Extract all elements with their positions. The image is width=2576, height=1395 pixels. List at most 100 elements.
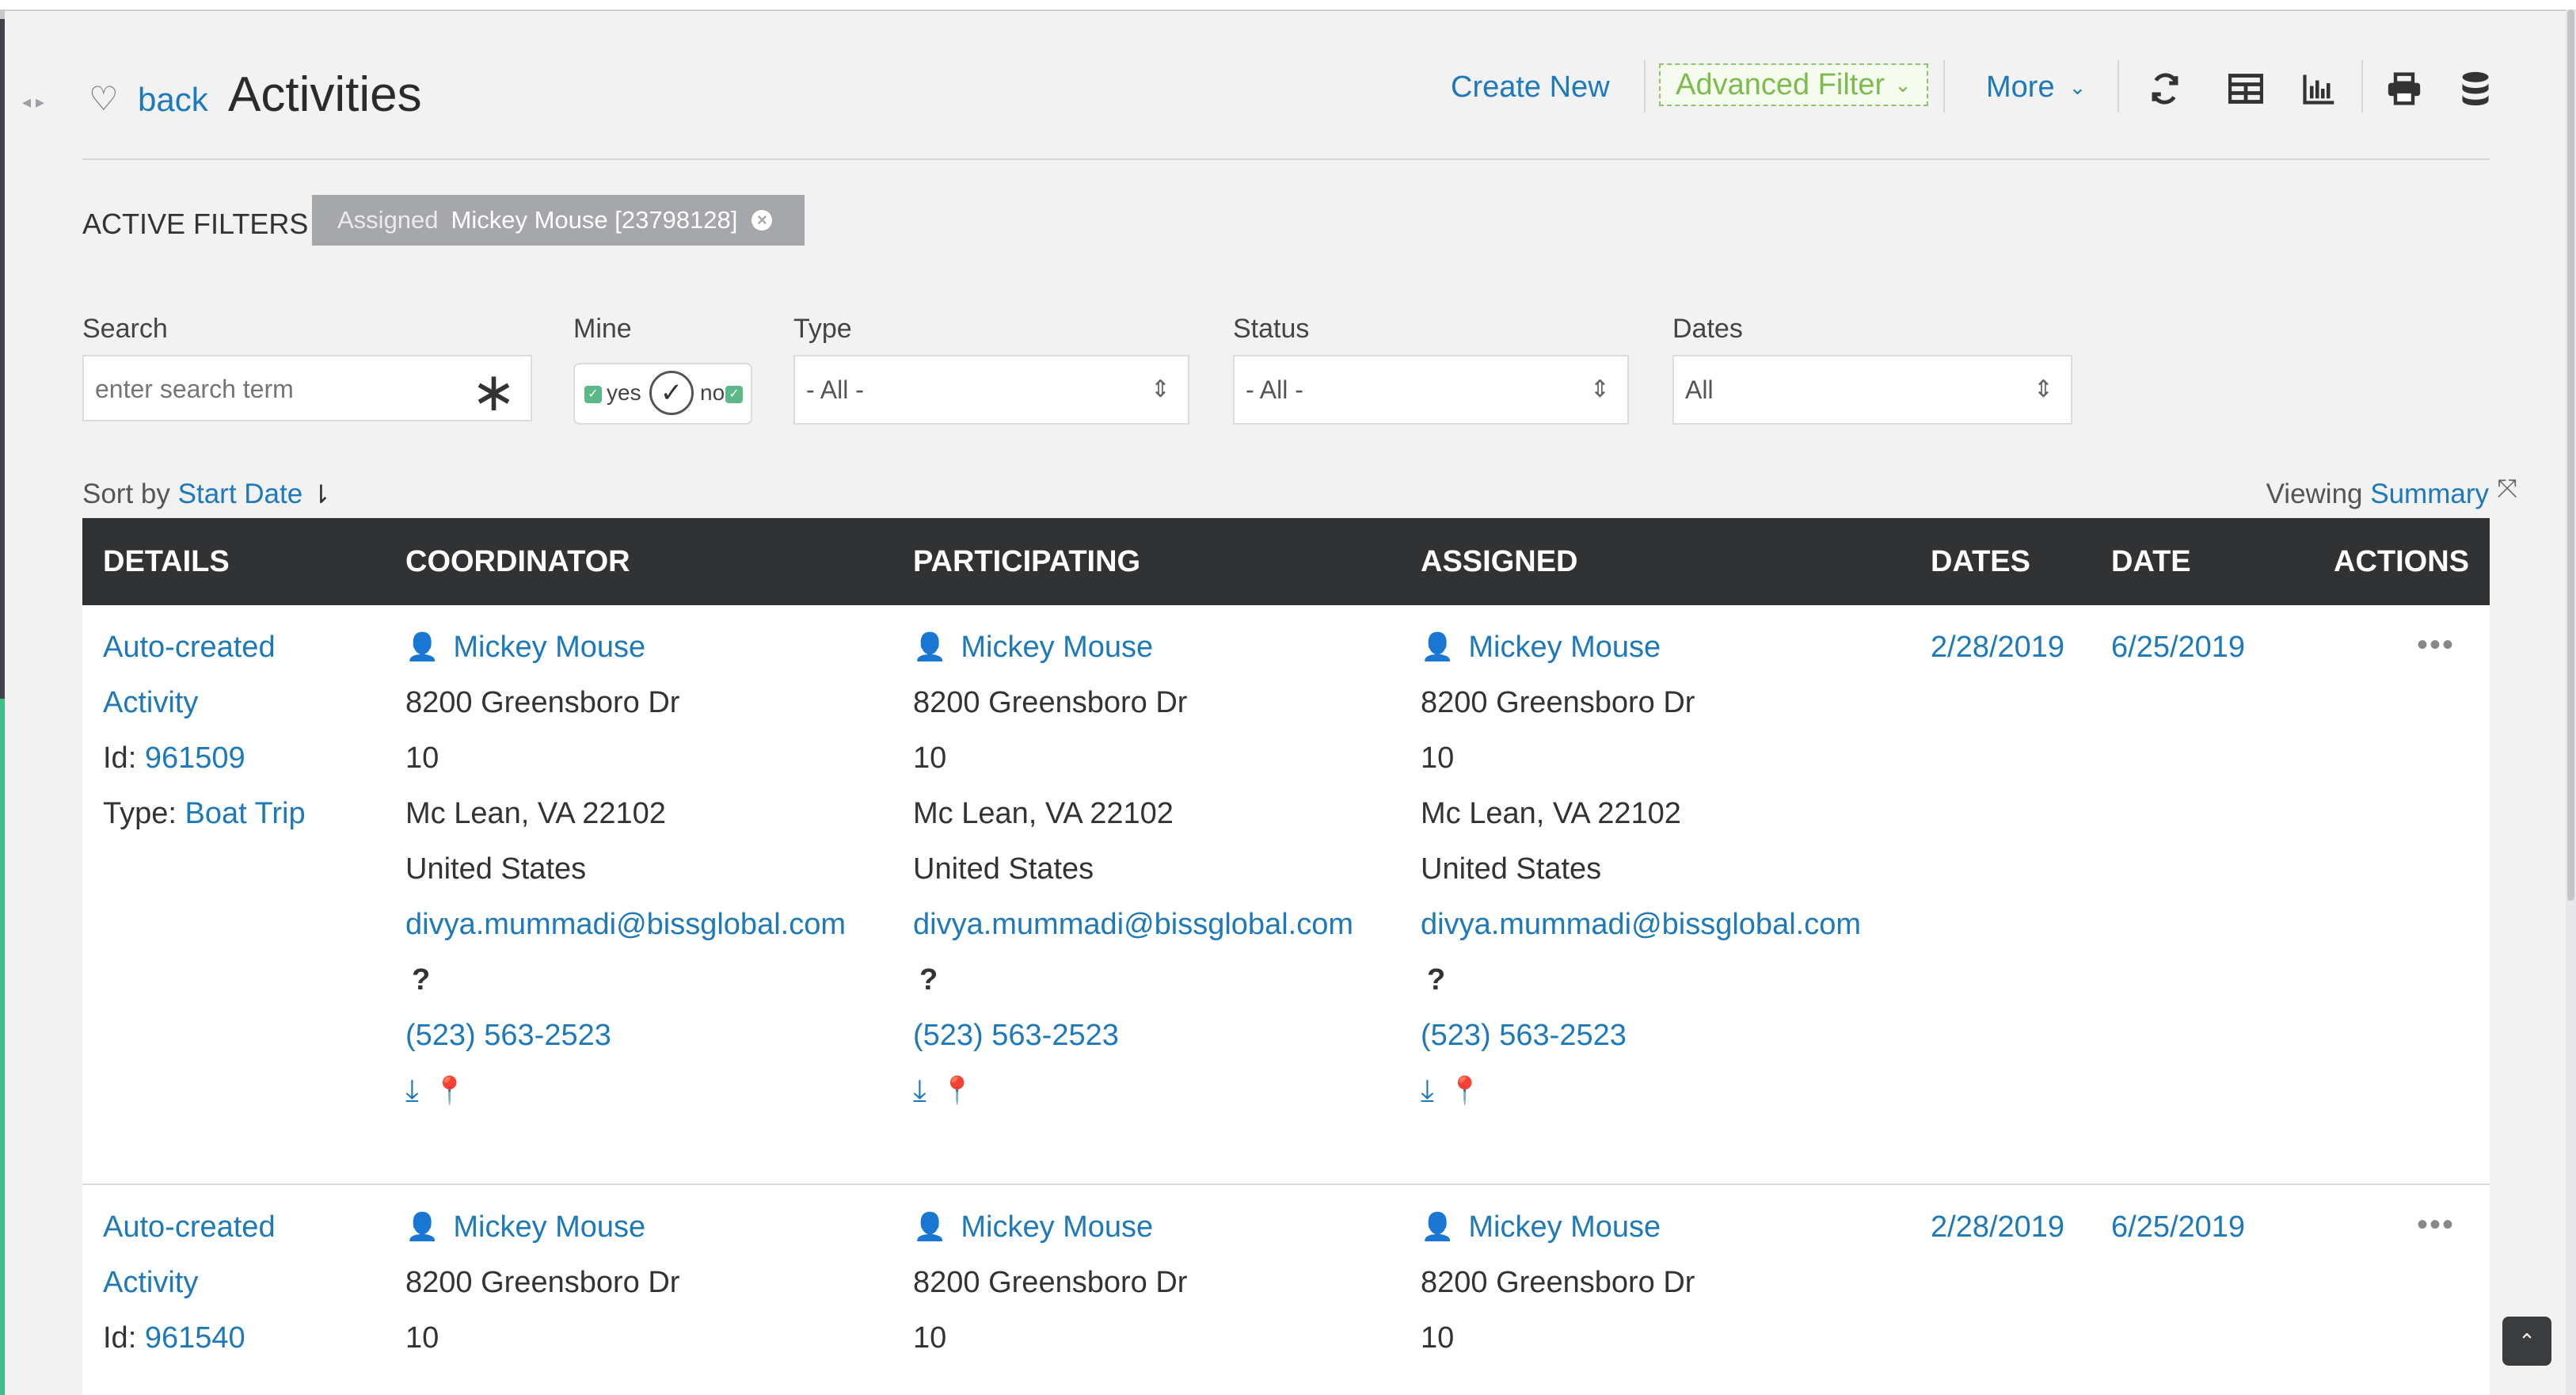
contact-street: 8200 Greensboro Dr [405,686,680,719]
map-pin-icon[interactable]: 📍 [1448,1063,1482,1119]
filter-chip-assigned[interactable]: Assigned Mickey Mouse [23798128] × [312,195,805,246]
contact-email-link[interactable]: divya.mummadi@bissglobal.com [1421,897,1912,952]
sort-direction-icon[interactable]: ⇂ [310,480,332,509]
row-actions-button[interactable]: ••• [2417,1207,2455,1243]
user-icon: 👤 [913,1212,947,1242]
map-pin-icon[interactable]: 📍 [941,1063,974,1119]
expand-icon[interactable]: ⤧ [2497,474,2517,504]
toggle-knob[interactable]: ✓ [649,371,694,415]
user-icon: 👤 [405,1212,439,1242]
activity-id-link[interactable]: 961509 [145,741,245,775]
activity-id-link[interactable]: 961540 [145,1321,245,1355]
row-2-assigned: 👤 Mickey Mouse 8200 Greensboro Dr 10 [1421,1199,1912,1366]
back-link[interactable]: back [138,81,208,119]
create-new-button[interactable]: Create New [1451,62,1610,112]
table-header: DETAILS COORDINATOR PARTICIPATING ASSIGN… [82,518,2490,605]
window-top-border [0,0,2576,11]
mine-toggle[interactable]: ✓ yes ✓ no ✓ [573,363,752,425]
contact-name-link[interactable]: Mickey Mouse [453,619,645,675]
activity-link[interactable]: Activity [103,1255,388,1310]
select-arrows-icon: ⇕ [1589,376,1610,402]
more-menu-button[interactable]: More ⌄ [1986,62,2086,112]
activity-link[interactable]: Auto-created [103,1199,388,1255]
id-label: Id: [103,1321,137,1355]
dates-select-value: All [1685,375,1714,404]
column-header-dates[interactable]: DATES [1931,545,2030,579]
contact-country: United States [405,852,587,886]
database-icon[interactable] [2453,67,2498,111]
row-2-start-date[interactable]: 2/28/2019 [1931,1199,2064,1255]
row-1-start-date[interactable]: 2/28/2019 [1931,619,2064,675]
collapse-sidebar-icon[interactable]: ◂▸ [22,92,49,112]
row-2-details: Auto-created Activity Id: 961540 [103,1199,388,1366]
search-label: Search [82,314,168,344]
row-1-details: Auto-created Activity Id: 961509 Type: B… [103,619,388,841]
activity-id-line: Id: 961540 [103,1310,388,1366]
contact-street: 8200 Greensboro Dr [1421,686,1695,719]
column-header-participating[interactable]: PARTICIPATING [913,545,1140,579]
row-2-end-date[interactable]: 6/25/2019 [2111,1199,2245,1255]
download-icon[interactable]: ⤓ [405,1063,419,1119]
select-arrows-icon: ⇕ [1150,376,1170,402]
advanced-filter-label: Advanced Filter [1676,67,1885,101]
question-icon: ? [412,963,431,997]
contact-phone-link[interactable]: (523) 563-2523 [913,1008,1404,1063]
remove-filter-icon[interactable]: × [751,210,773,231]
contact-unit: 10 [913,1321,947,1355]
mine-yes-label: yes [607,380,641,405]
contact-name-link[interactable]: Mickey Mouse [1468,1199,1661,1255]
filter-chip-key: Assigned [337,206,439,234]
viewing-prefix: Viewing [2266,478,2363,509]
type-select[interactable]: - All - ⇕ [793,355,1189,425]
scrollbar-thumb[interactable] [2567,10,2574,901]
activity-type-link[interactable]: Boat Trip [185,797,306,830]
contact-street: 8200 Greensboro Dr [1421,1266,1695,1299]
question-icon: ? [1427,963,1446,997]
column-header-details[interactable]: DETAILS [103,545,230,579]
scrollbar[interactable] [2566,10,2576,1395]
viewing-mode-link[interactable]: Summary [2370,478,2489,509]
contact-city: Mc Lean, VA 22102 [1421,797,1681,830]
contact-phone-link[interactable]: (523) 563-2523 [405,1008,896,1063]
check-icon: ✓ [725,386,743,403]
activity-link[interactable]: Auto-created [103,619,388,675]
scroll-to-top-button[interactable]: ⌃ [2502,1317,2551,1366]
activity-link[interactable]: Activity [103,675,388,730]
search-input[interactable] [84,356,461,421]
status-select[interactable]: - All - ⇕ [1233,355,1629,425]
sort-field-link[interactable]: Start Date [178,478,303,509]
advanced-filter-button[interactable]: Advanced Filter ⌄ [1659,63,1928,106]
print-icon[interactable] [2382,67,2426,111]
download-icon[interactable]: ⤓ [1421,1063,1434,1119]
type-select-value: - All - [806,375,864,404]
column-header-coordinator[interactable]: COORDINATOR [405,545,630,579]
grid-view-icon[interactable] [2224,67,2268,111]
chart-icon[interactable] [2296,67,2341,111]
row-1-end-date[interactable]: 6/25/2019 [2111,619,2245,675]
dates-label: Dates [1672,314,1743,344]
column-header-date[interactable]: DATE [2111,545,2191,579]
column-header-assigned[interactable]: ASSIGNED [1421,545,1577,579]
contact-name-link[interactable]: Mickey Mouse [961,1199,1153,1255]
asterisk-icon[interactable]: ∗ [471,361,516,424]
heart-icon[interactable]: ♡ [89,79,119,118]
contact-name-link[interactable]: Mickey Mouse [961,619,1153,675]
refresh-icon[interactable] [2143,67,2187,111]
active-filters-label: ACTIVE FILTERS [82,208,309,240]
download-icon[interactable]: ⤓ [913,1063,927,1119]
id-label: Id: [103,741,137,775]
contact-email-link[interactable]: divya.mummadi@bissglobal.com [405,897,896,952]
row-1-assigned: 👤 Mickey Mouse 8200 Greensboro Dr 10 Mc L… [1421,619,1912,1119]
contact-unit: 10 [405,1321,439,1355]
row-1-participating: 👤 Mickey Mouse 8200 Greensboro Dr 10 Mc L… [913,619,1404,1119]
contact-phone-link[interactable]: (523) 563-2523 [1421,1008,1912,1063]
contact-name-link[interactable]: Mickey Mouse [1468,619,1661,675]
map-pin-icon[interactable]: 📍 [433,1063,466,1119]
header-divider [82,158,2490,160]
contact-email-link[interactable]: divya.mummadi@bissglobal.com [913,897,1404,952]
row-actions-button[interactable]: ••• [2417,627,2455,663]
contact-name-link[interactable]: Mickey Mouse [453,1199,645,1255]
activity-type-line: Type: Boat Trip [103,786,388,841]
toolbar-divider [2361,60,2363,112]
dates-select[interactable]: All ⇕ [1672,355,2072,425]
